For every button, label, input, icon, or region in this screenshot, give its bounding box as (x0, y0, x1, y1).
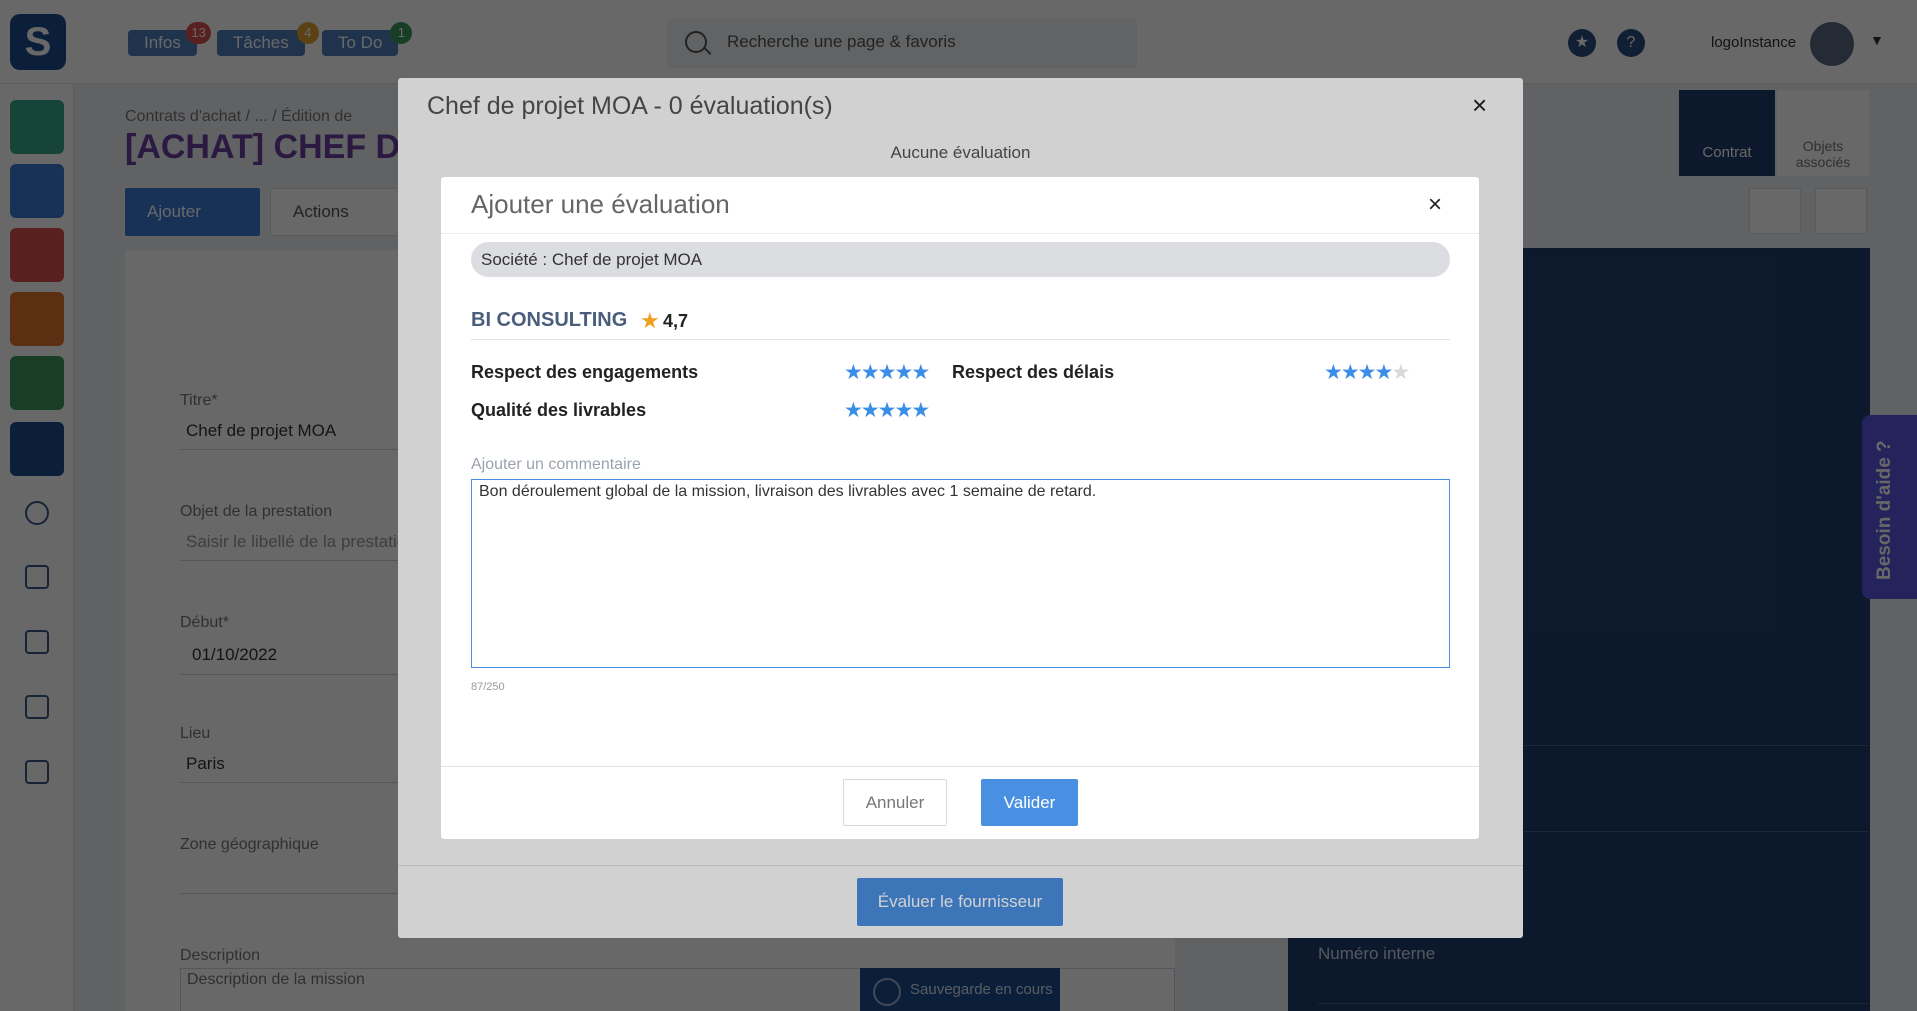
supplier-rating: 4,7 (663, 311, 689, 331)
star-filled-icon[interactable]: ★ (861, 399, 880, 422)
star-filled-icon[interactable]: ★ (894, 399, 913, 422)
supplier-name: BI CONSULTING (471, 309, 628, 331)
close-icon[interactable]: × (1428, 191, 1442, 219)
star-filled-icon[interactable]: ★ (844, 399, 863, 422)
star-empty-icon[interactable]: ★ (1391, 361, 1410, 384)
add-evaluation-dialog: Ajouter une évaluation × Société : Chef … (441, 177, 1479, 839)
divider (441, 233, 1479, 234)
character-counter: 87/250 (471, 681, 505, 693)
rating-stars-engagements[interactable]: ★★★★★ (844, 361, 930, 385)
star-filled-icon[interactable]: ★ (878, 361, 897, 384)
cancel-button[interactable]: Annuler (843, 779, 947, 826)
star-filled-icon[interactable]: ★ (1324, 361, 1343, 384)
star-filled-icon[interactable]: ★ (1341, 361, 1360, 384)
societe-banner: Société : Chef de projet MOA (471, 242, 1450, 277)
rating-stars-livrables[interactable]: ★★★★★ (844, 399, 930, 423)
rating-stars-delais[interactable]: ★★★★★ (1324, 361, 1410, 385)
submit-button[interactable]: Valider (981, 779, 1078, 826)
divider (441, 766, 1479, 767)
star-filled-icon[interactable]: ★ (1374, 361, 1393, 384)
star-filled-icon[interactable]: ★ (1358, 361, 1377, 384)
criterion-label-delais: Respect des délais (952, 362, 1115, 382)
criterion-label-livrables: Qualité des livrables (471, 400, 647, 420)
star-filled-icon[interactable]: ★ (878, 399, 897, 422)
star-filled-icon[interactable]: ★ (844, 361, 863, 384)
dialog-title: Ajouter une évaluation (471, 189, 730, 219)
divider (471, 339, 1450, 340)
star-filled-icon[interactable]: ★ (894, 361, 913, 384)
comment-label: Ajouter un commentaire (471, 456, 641, 473)
criterion-label-engagements: Respect des engagements (471, 362, 699, 382)
star-icon: ★ (640, 308, 660, 333)
comment-textarea[interactable]: Bon déroulement global de la mission, li… (471, 479, 1450, 668)
star-filled-icon[interactable]: ★ (911, 361, 930, 384)
star-filled-icon[interactable]: ★ (861, 361, 880, 384)
star-filled-icon[interactable]: ★ (911, 399, 930, 422)
